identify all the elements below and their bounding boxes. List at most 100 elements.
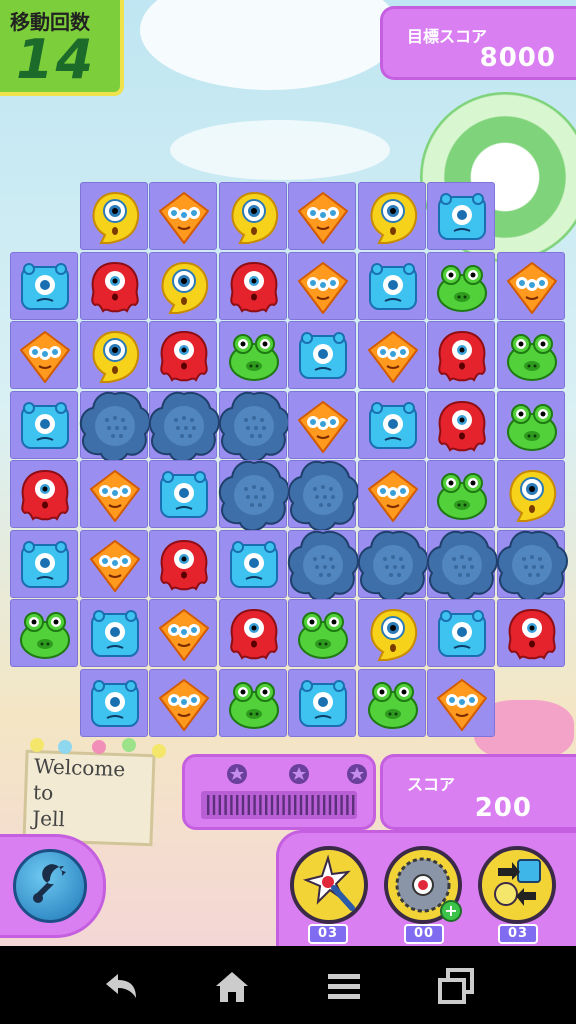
blue-cube-piece[interactable] <box>295 328 351 384</box>
board-cell[interactable] <box>288 251 356 320</box>
blue-cube-piece[interactable] <box>434 606 490 662</box>
add-icon[interactable]: + <box>440 900 462 922</box>
board-cell[interactable] <box>357 529 429 601</box>
yellow-cyclops-piece[interactable] <box>365 189 421 245</box>
orange-diamond-piece[interactable] <box>295 398 351 454</box>
yellow-cyclops-piece[interactable] <box>87 189 143 245</box>
board-cell[interactable] <box>218 599 287 667</box>
green-frog-piece[interactable] <box>365 676 421 732</box>
orange-diamond-piece[interactable] <box>434 676 490 732</box>
green-frog-piece[interactable] <box>504 398 560 454</box>
yellow-cyclops-piece[interactable] <box>365 606 421 662</box>
blue-cube-piece[interactable] <box>87 676 143 732</box>
red-octopus-piece[interactable] <box>87 259 143 315</box>
orange-diamond-piece[interactable] <box>156 676 212 732</box>
board-cell[interactable] <box>496 460 565 528</box>
magic-wand-booster-button[interactable] <box>290 846 368 924</box>
board-cell[interactable] <box>79 668 148 737</box>
blue-cube-piece[interactable] <box>434 189 490 245</box>
green-frog-piece[interactable] <box>434 259 490 315</box>
board-cell[interactable] <box>149 599 217 667</box>
board-cell[interactable] <box>427 182 495 250</box>
home-icon[interactable] <box>210 964 254 1008</box>
board-cell[interactable] <box>357 321 426 389</box>
blue-cube-piece[interactable] <box>87 606 143 662</box>
board-cell[interactable] <box>79 460 148 528</box>
board-cell[interactable] <box>79 599 148 667</box>
board-cell[interactable] <box>427 668 495 737</box>
back-icon[interactable] <box>98 964 142 1008</box>
orange-diamond-piece[interactable] <box>87 467 143 523</box>
blue-cube-piece[interactable] <box>295 676 351 732</box>
board-cell[interactable] <box>10 390 78 459</box>
board-cell[interactable] <box>287 529 359 601</box>
orange-diamond-piece[interactable] <box>156 606 212 662</box>
green-frog-piece[interactable] <box>226 328 282 384</box>
red-octopus-piece[interactable] <box>504 606 560 662</box>
board-cell[interactable] <box>79 321 148 389</box>
board-cell[interactable] <box>357 390 426 459</box>
yellow-cyclops-piece[interactable] <box>226 189 282 245</box>
yellow-cyclops-piece[interactable] <box>504 467 560 523</box>
red-octopus-piece[interactable] <box>156 537 212 593</box>
recent-apps-icon[interactable] <box>434 964 478 1008</box>
blue-cube-piece[interactable] <box>226 537 282 593</box>
red-octopus-piece[interactable] <box>434 398 490 454</box>
board-cell[interactable] <box>357 599 426 667</box>
board-cell[interactable] <box>496 529 568 601</box>
red-octopus-piece[interactable] <box>156 328 212 384</box>
orange-diamond-piece[interactable] <box>295 189 351 245</box>
board-cell[interactable] <box>218 529 287 598</box>
board-cell[interactable] <box>149 460 217 528</box>
board-cell[interactable] <box>218 182 287 250</box>
board-cell[interactable] <box>357 251 426 320</box>
orange-diamond-piece[interactable] <box>365 467 421 523</box>
board-cell[interactable] <box>149 529 217 598</box>
board-cell[interactable] <box>496 321 565 389</box>
orange-diamond-piece[interactable] <box>295 259 351 315</box>
blue-cube-piece[interactable] <box>365 398 421 454</box>
saw-blade-booster-button[interactable]: + <box>384 846 462 924</box>
blue-cube-piece[interactable] <box>17 537 73 593</box>
green-frog-piece[interactable] <box>17 606 73 662</box>
blue-cube-piece[interactable] <box>17 259 73 315</box>
green-frog-piece[interactable] <box>295 606 351 662</box>
board-cell[interactable] <box>496 390 565 459</box>
swap-booster-button[interactable] <box>478 846 556 924</box>
board-cell[interactable] <box>10 599 78 667</box>
board-cell[interactable] <box>218 251 287 320</box>
board-cell[interactable] <box>79 251 148 320</box>
orange-diamond-piece[interactable] <box>17 328 73 384</box>
board-cell[interactable] <box>288 599 356 667</box>
board-cell[interactable] <box>288 321 356 389</box>
board-cell[interactable] <box>426 529 498 601</box>
green-frog-piece[interactable] <box>434 467 490 523</box>
board-cell[interactable] <box>357 182 426 250</box>
board-cell[interactable] <box>357 668 426 737</box>
board-cell[interactable] <box>79 390 151 462</box>
board-cell[interactable] <box>149 182 217 250</box>
board-cell[interactable] <box>10 251 78 320</box>
yellow-cyclops-piece[interactable] <box>87 328 143 384</box>
board-cell[interactable] <box>149 251 217 320</box>
board-cell[interactable] <box>427 599 495 667</box>
board-cell[interactable] <box>427 321 495 389</box>
blue-cube-piece[interactable] <box>365 259 421 315</box>
green-frog-piece[interactable] <box>504 328 560 384</box>
green-frog-piece[interactable] <box>226 676 282 732</box>
red-octopus-piece[interactable] <box>17 467 73 523</box>
board-cell[interactable] <box>10 529 78 598</box>
board-cell[interactable] <box>357 460 426 528</box>
board-cell[interactable] <box>496 251 565 320</box>
board-cell[interactable] <box>288 390 356 459</box>
menu-icon[interactable] <box>322 964 366 1008</box>
board-cell[interactable] <box>148 390 220 462</box>
board-cell[interactable] <box>218 390 290 462</box>
board-cell[interactable] <box>218 668 287 737</box>
settings-button[interactable] <box>13 849 87 923</box>
board-cell[interactable] <box>10 321 78 389</box>
orange-diamond-piece[interactable] <box>504 259 560 315</box>
board-cell[interactable] <box>79 529 148 598</box>
board-cell[interactable] <box>79 182 148 250</box>
board-cell[interactable] <box>218 460 290 532</box>
